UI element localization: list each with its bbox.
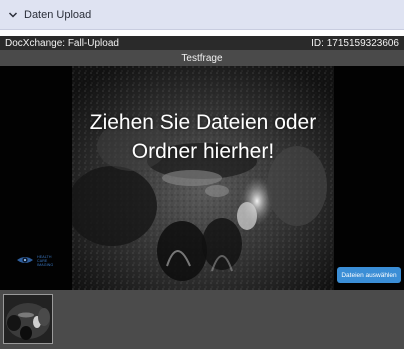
section-title: Daten Upload: [24, 8, 92, 21]
upload-source-label: DocXchange: Fall-Upload: [5, 37, 119, 49]
question-title: Testfrage: [181, 52, 223, 64]
logo-text: HEALTH CARE IMAGING: [37, 255, 53, 267]
eye-logo-icon: [16, 252, 34, 270]
app-root: Daten Upload DocXchange: Fall-Upload ID:…: [0, 0, 404, 349]
thumbnail-strip: [0, 290, 404, 349]
drop-instructions-line1: Ziehen Sie Dateien oder: [89, 111, 317, 134]
question-title-bar: Testfrage: [0, 50, 404, 66]
info-bar: DocXchange: Fall-Upload ID: 171515932360…: [0, 36, 404, 50]
brand-logo: HEALTH CARE IMAGING: [16, 254, 68, 268]
chevron-down-icon[interactable]: [6, 8, 20, 22]
upload-section-header[interactable]: Daten Upload: [0, 0, 404, 30]
mri-thumbnail-icon[interactable]: [3, 294, 53, 344]
drop-instructions-line2: Ordner hierher!: [131, 140, 275, 163]
file-drop-zone[interactable]: Ziehen Sie Dateien oder Ordner hierher! …: [0, 66, 404, 290]
logo-text-line3: IMAGING: [37, 263, 54, 267]
select-files-button[interactable]: Dateien auswählen: [337, 267, 401, 283]
mri-preview-image: [72, 66, 334, 290]
case-id-label: ID: 1715159323606: [311, 37, 399, 49]
drop-instructions: Ziehen Sie Dateien oder Ordner hierher!: [72, 108, 334, 166]
